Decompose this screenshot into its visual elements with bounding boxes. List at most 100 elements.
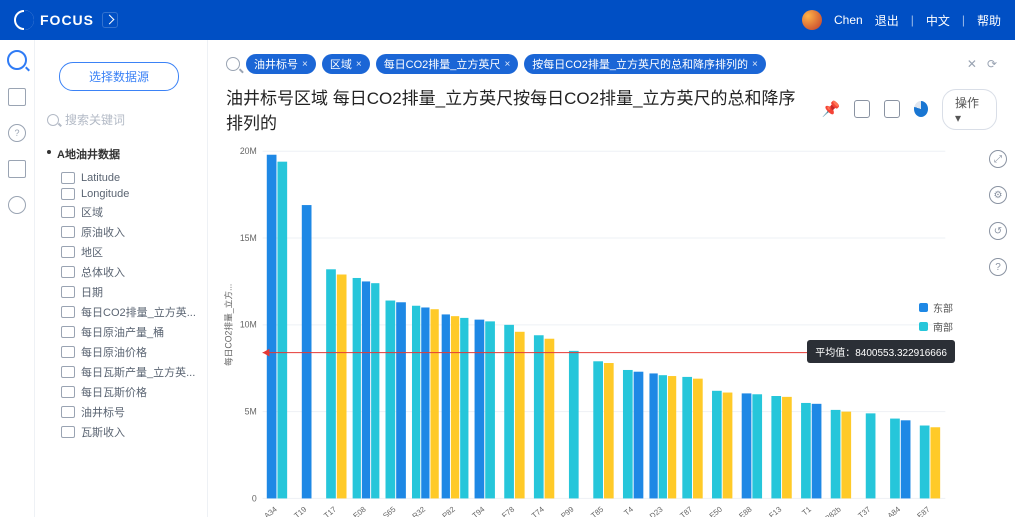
field-type-icon bbox=[61, 386, 75, 398]
field-type-icon bbox=[61, 326, 75, 338]
svg-text:P82: P82 bbox=[440, 505, 456, 517]
settings-icon[interactable] bbox=[8, 196, 26, 214]
field-item[interactable]: 每日CO2排量_立方英... bbox=[39, 302, 199, 322]
field-type-icon bbox=[61, 346, 75, 358]
field-label: 地区 bbox=[81, 244, 103, 260]
field-label: 区域 bbox=[81, 204, 103, 220]
bar-chart[interactable]: 05M10M15M20M每日CO2排量_立方...A34T19T17E08S65… bbox=[218, 142, 955, 517]
separator: | bbox=[962, 13, 965, 27]
keyword-search[interactable]: 搜索关键词 bbox=[39, 107, 199, 138]
svg-text:A34: A34 bbox=[262, 504, 279, 517]
axis-tool-icon[interactable]: ⤢ bbox=[989, 150, 1007, 168]
pin-icon[interactable]: 📌 bbox=[821, 100, 840, 118]
field-item[interactable]: 每日瓦斯价格 bbox=[39, 382, 199, 402]
settings-icon[interactable] bbox=[854, 100, 870, 118]
field-label: 每日CO2排量_立方英... bbox=[81, 304, 196, 320]
field-label: 每日原油产量_桶 bbox=[81, 324, 164, 340]
search-icon[interactable] bbox=[226, 57, 240, 71]
svg-text:0: 0 bbox=[252, 493, 257, 503]
field-type-icon bbox=[61, 306, 75, 318]
svg-text:E50: E50 bbox=[708, 505, 724, 517]
query-actions: ✕ ⟳ bbox=[967, 57, 997, 71]
field-item[interactable]: 每日原油产量_桶 bbox=[39, 322, 199, 342]
field-label: 总体收入 bbox=[81, 264, 125, 280]
svg-text:15M: 15M bbox=[240, 233, 257, 243]
field-item[interactable]: 原油收入 bbox=[39, 222, 199, 242]
field-type-icon bbox=[61, 172, 75, 184]
field-item[interactable]: 油井标号 bbox=[39, 402, 199, 422]
chip-remove-icon[interactable]: × bbox=[504, 59, 510, 70]
svg-text:10M: 10M bbox=[240, 320, 257, 330]
query-chips: 油井标号× 区域× 每日CO2排量_立方英尺×按每日CO2排量_立方英尺的总和降序排… bbox=[246, 54, 766, 74]
title-bar: 油井标号区域 每日CO2排量_立方英尺按每日CO2排量_立方英尺的总和降序排列的… bbox=[208, 82, 1015, 142]
chip-remove-icon[interactable]: × bbox=[356, 59, 362, 70]
svg-text:T19: T19 bbox=[292, 505, 308, 517]
svg-text:T74: T74 bbox=[530, 504, 547, 517]
user-name[interactable]: Chen bbox=[834, 13, 863, 27]
search-icon bbox=[47, 114, 59, 126]
svg-text:F78: F78 bbox=[500, 505, 516, 517]
svg-text:A84: A84 bbox=[886, 504, 903, 517]
select-datasource-button[interactable]: 选择数据源 bbox=[59, 62, 179, 91]
field-item[interactable]: 每日原油价格 bbox=[39, 342, 199, 362]
svg-text:T1: T1 bbox=[800, 505, 813, 517]
field-label: 每日瓦斯产量_立方英... bbox=[81, 364, 195, 380]
svg-text:R32: R32 bbox=[410, 505, 427, 517]
field-type-icon bbox=[61, 266, 75, 278]
svg-text:20M: 20M bbox=[240, 146, 257, 156]
query-chip[interactable]: 油井标号× bbox=[246, 54, 316, 74]
refresh-icon[interactable]: ⟳ bbox=[987, 57, 997, 71]
lang-link[interactable]: 中文 bbox=[926, 12, 950, 29]
field-item[interactable]: 每日瓦斯产量_立方英... bbox=[39, 362, 199, 382]
edit-icon[interactable] bbox=[102, 12, 118, 28]
help-link[interactable]: 帮助 bbox=[977, 12, 1001, 29]
chip-remove-icon[interactable]: × bbox=[302, 59, 308, 70]
info-icon[interactable]: ? bbox=[989, 258, 1007, 276]
field-type-icon bbox=[61, 246, 75, 258]
field-label: 瓦斯收入 bbox=[81, 424, 125, 440]
logo-icon bbox=[14, 10, 34, 30]
query-chip[interactable]: 区域× bbox=[322, 54, 370, 74]
field-type-icon bbox=[61, 366, 75, 378]
field-item[interactable]: Latitude bbox=[39, 170, 199, 186]
field-label: 油井标号 bbox=[81, 404, 125, 420]
svg-text:D23: D23 bbox=[648, 505, 665, 517]
svg-text:5M: 5M bbox=[245, 407, 257, 417]
field-item[interactable]: 地区 bbox=[39, 242, 199, 262]
operations-dropdown[interactable]: 操作 ▾ bbox=[942, 89, 997, 130]
chart-type-icon[interactable] bbox=[914, 101, 928, 117]
field-item[interactable]: 区域 bbox=[39, 202, 199, 222]
topbar: FOCUS Chen 退出 | 中文 | 帮助 bbox=[0, 0, 1015, 40]
field-label: 日期 bbox=[81, 284, 103, 300]
query-chip[interactable]: 每日CO2排量_立方英尺× bbox=[376, 54, 519, 74]
avatar[interactable] bbox=[802, 10, 822, 30]
field-item[interactable]: 总体收入 bbox=[39, 262, 199, 282]
field-item[interactable]: 瓦斯收入 bbox=[39, 422, 199, 442]
logout-link[interactable]: 退出 bbox=[875, 12, 899, 29]
svg-text:T17: T17 bbox=[322, 505, 338, 517]
reset-icon[interactable]: ↺ bbox=[989, 222, 1007, 240]
field-item[interactable]: 日期 bbox=[39, 282, 199, 302]
svg-text:E87: E87 bbox=[915, 505, 931, 517]
svg-text:E88: E88 bbox=[737, 505, 753, 517]
help-icon[interactable]: ? bbox=[8, 124, 26, 142]
svg-text:T4: T4 bbox=[622, 504, 635, 517]
data-icon[interactable] bbox=[8, 160, 26, 178]
table-view-icon[interactable] bbox=[884, 100, 900, 118]
svg-text:P82b: P82b bbox=[823, 505, 843, 517]
field-type-icon bbox=[61, 226, 75, 238]
search-icon[interactable] bbox=[7, 50, 27, 70]
field-type-icon bbox=[61, 188, 75, 200]
field-type-icon bbox=[61, 206, 75, 218]
chip-remove-icon[interactable]: × bbox=[752, 59, 758, 70]
field-label: 每日瓦斯价格 bbox=[81, 384, 147, 400]
legend-swatch-east bbox=[919, 303, 928, 312]
config-icon[interactable]: ⚙ bbox=[989, 186, 1007, 204]
dashboard-icon[interactable] bbox=[8, 88, 26, 106]
query-chip[interactable]: 按每日CO2排量_立方英尺的总和降序排列的× bbox=[524, 54, 766, 74]
field-label: 原油收入 bbox=[81, 224, 125, 240]
clear-query-icon[interactable]: ✕ bbox=[967, 57, 977, 71]
dataset-title[interactable]: A地油井数据 bbox=[39, 138, 199, 170]
field-item[interactable]: Longitude bbox=[39, 186, 199, 202]
query-bar: 油井标号× 区域× 每日CO2排量_立方英尺×按每日CO2排量_立方英尺的总和降序排… bbox=[208, 40, 1015, 82]
